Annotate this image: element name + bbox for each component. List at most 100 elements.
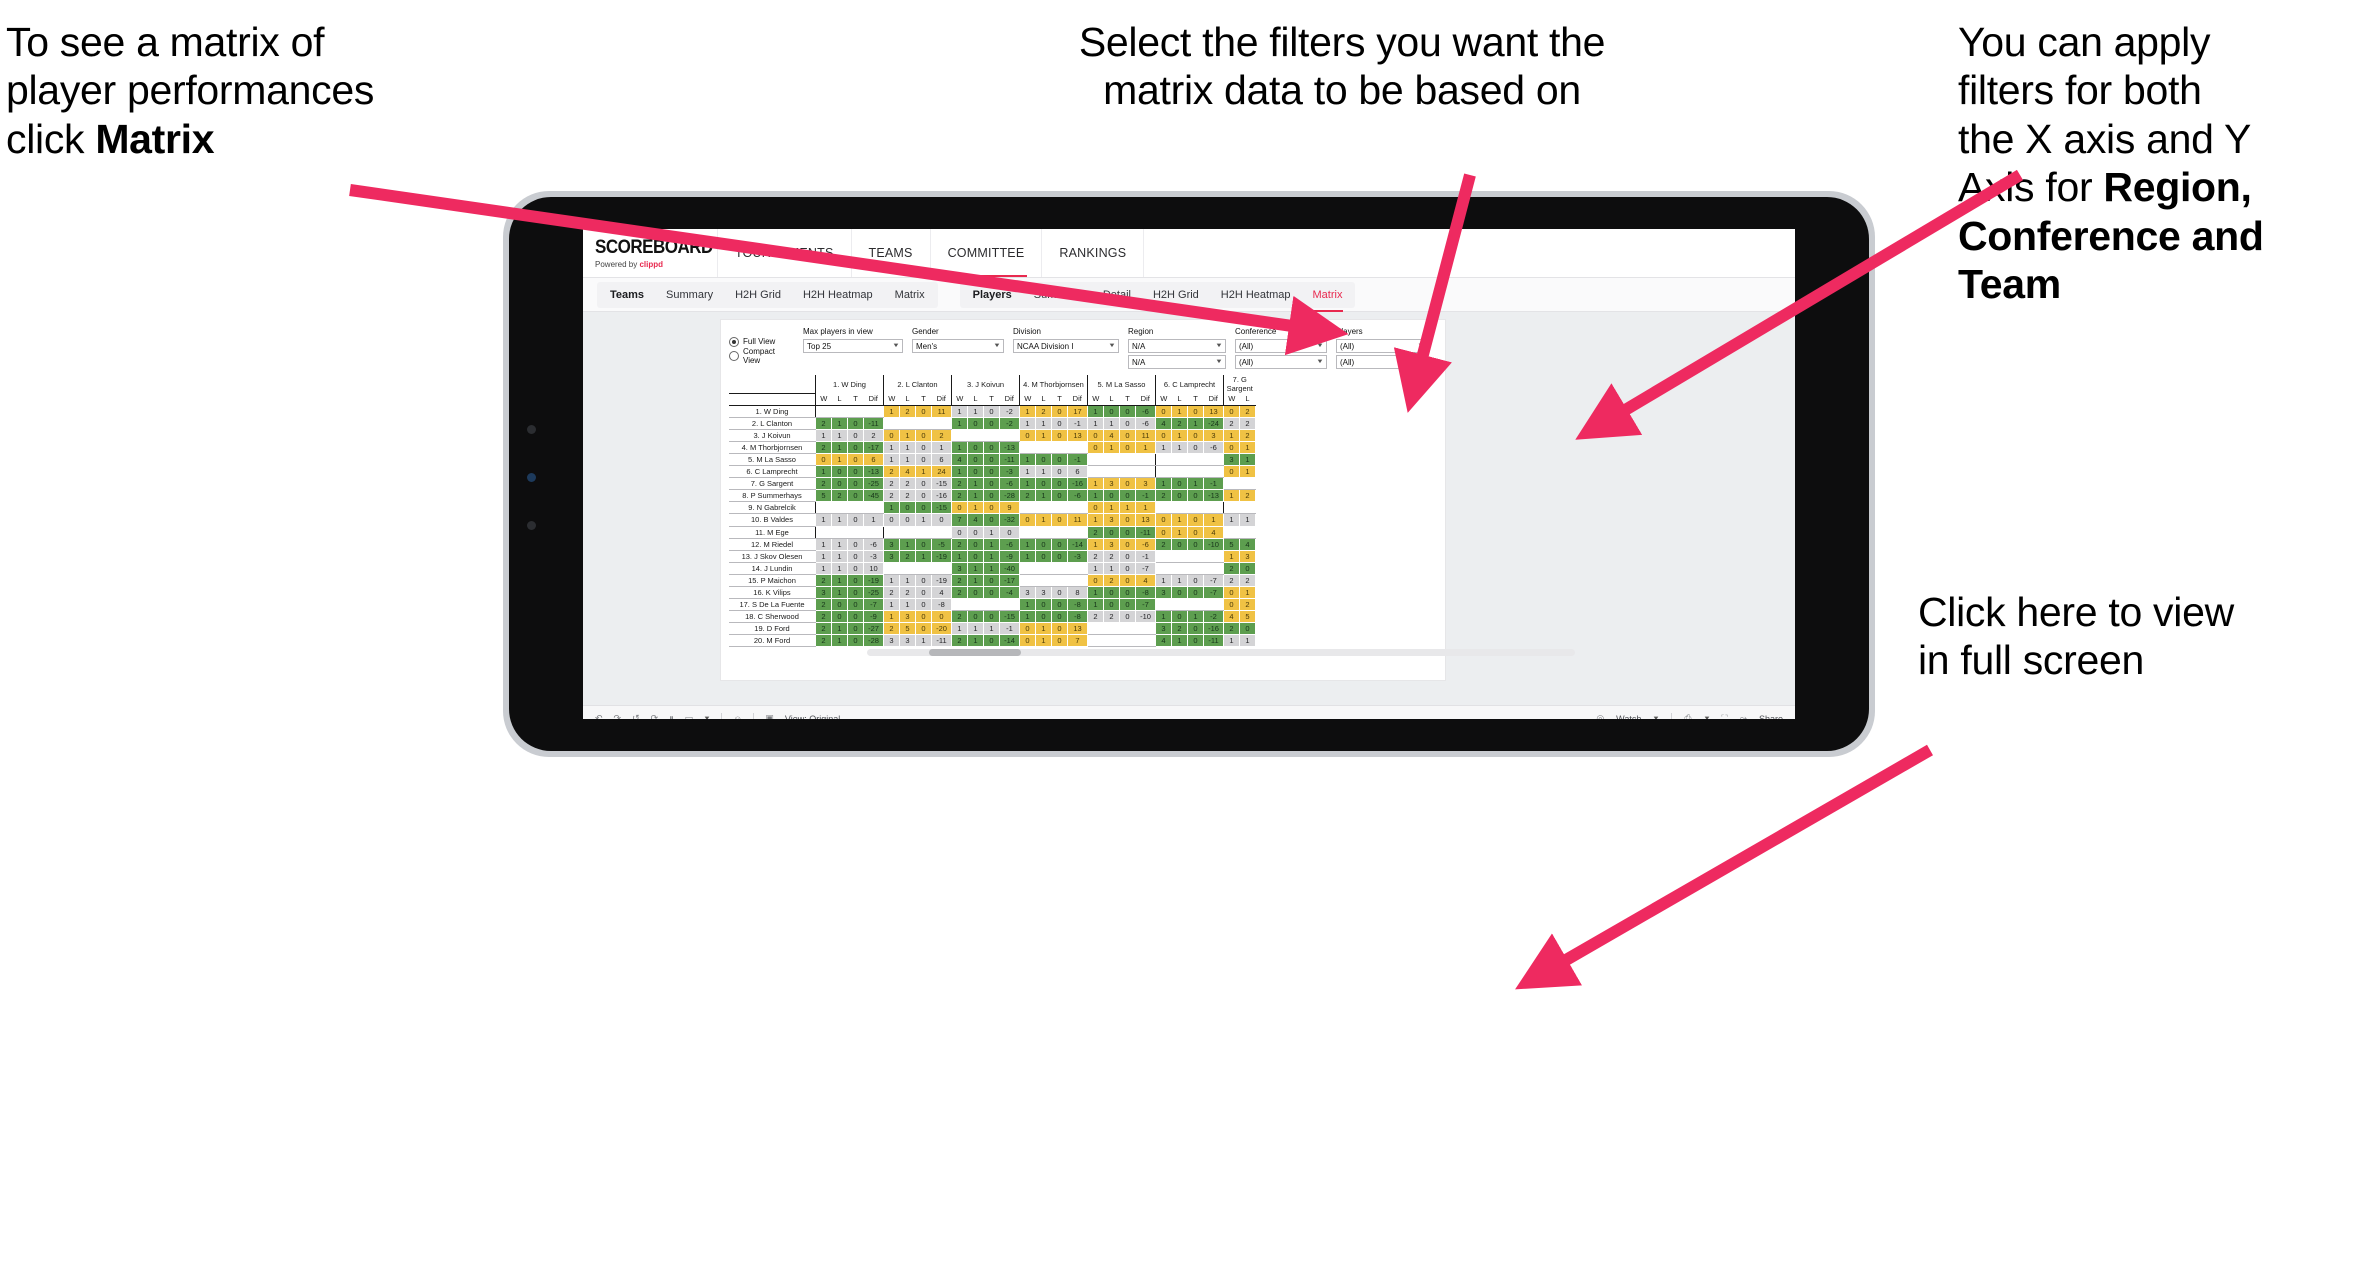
- matrix-cell[interactable]: 0: [1035, 452, 1052, 467]
- players-x-select[interactable]: (All) ▼: [1336, 339, 1428, 353]
- matrix-cell[interactable]: 13: [1067, 428, 1088, 442]
- matrix-cell[interactable]: 1: [1239, 465, 1256, 479]
- matrix-cell[interactable]: 1: [915, 634, 932, 648]
- matrix-cell[interactable]: -7: [1135, 598, 1156, 612]
- matrix-cell[interactable]: 0: [1087, 428, 1104, 442]
- h2h-matrix-table[interactable]: 1. W Ding 2. L Clanton 3. J Koivun 4. M Tho…: [729, 375, 1256, 648]
- matrix-cell[interactable]: 0: [915, 501, 932, 515]
- matrix-cell[interactable]: 2: [1239, 416, 1256, 430]
- matrix-cell[interactable]: 1: [1019, 598, 1036, 612]
- matrix-cell[interactable]: 0: [1171, 585, 1188, 600]
- matrix-cell[interactable]: -5: [931, 537, 952, 551]
- matrix-cell[interactable]: 0: [1171, 477, 1188, 491]
- matrix-cell[interactable]: 0: [847, 561, 864, 575]
- matrix-cell[interactable]: 3: [1223, 452, 1240, 467]
- matrix-cell[interactable]: 1: [967, 477, 984, 491]
- matrix-cell[interactable]: 0: [915, 585, 932, 600]
- matrix-cell[interactable]: 0: [967, 465, 984, 479]
- matrix-cell[interactable]: 1: [1019, 477, 1036, 491]
- matrix-cell[interactable]: 2: [815, 622, 832, 636]
- matrix-cell[interactable]: 2: [899, 404, 916, 418]
- matrix-cell[interactable]: 0: [847, 465, 864, 479]
- matrix-cell[interactable]: 2: [931, 428, 952, 442]
- matrix-cell[interactable]: 1: [1135, 501, 1156, 515]
- matrix-cell[interactable]: 1: [1019, 465, 1036, 479]
- matrix-cell[interactable]: 1: [1171, 525, 1188, 539]
- matrix-cell[interactable]: 7: [1067, 634, 1088, 648]
- max-players-select[interactable]: Top 25 ▼: [803, 339, 903, 353]
- matrix-cell[interactable]: 0: [1019, 622, 1036, 636]
- matrix-cell[interactable]: 1: [1223, 428, 1240, 442]
- matrix-cell[interactable]: 0: [1239, 561, 1256, 575]
- matrix-cell[interactable]: 1: [831, 573, 848, 588]
- matrix-cell[interactable]: 1: [1135, 440, 1156, 454]
- matrix-cell[interactable]: 1: [899, 537, 916, 551]
- matrix-cell[interactable]: -17: [999, 573, 1020, 588]
- matrix-cell[interactable]: 2: [1103, 573, 1120, 588]
- matrix-cell[interactable]: 1: [1103, 561, 1120, 575]
- matrix-cell[interactable]: 0: [1171, 610, 1188, 624]
- subnav-players-h2h-grid[interactable]: H2H Grid: [1142, 282, 1210, 308]
- matrix-cell[interactable]: 0: [1051, 404, 1068, 418]
- matrix-cell[interactable]: 4: [951, 452, 968, 467]
- matrix-cell[interactable]: 3: [883, 634, 900, 648]
- matrix-cell[interactable]: 1: [831, 416, 848, 430]
- matrix-cell[interactable]: 2: [883, 585, 900, 600]
- matrix-cell[interactable]: 0: [915, 598, 932, 612]
- matrix-cell[interactable]: 2: [1171, 416, 1188, 430]
- matrix-cell[interactable]: 9: [999, 501, 1020, 515]
- matrix-cell[interactable]: 0: [1187, 428, 1204, 442]
- matrix-cell[interactable]: 0: [967, 537, 984, 551]
- matrix-cell[interactable]: 2: [1035, 404, 1052, 418]
- matrix-cell[interactable]: 0: [847, 452, 864, 467]
- matrix-cell[interactable]: 0: [983, 465, 1000, 479]
- matrix-cell[interactable]: 0: [1051, 465, 1068, 479]
- matrix-cell[interactable]: 1: [899, 573, 916, 588]
- matrix-cell[interactable]: 1: [831, 537, 848, 551]
- matrix-cell[interactable]: 1: [1087, 489, 1104, 503]
- matrix-cell[interactable]: -4: [999, 585, 1020, 600]
- matrix-cell[interactable]: 3: [1155, 622, 1172, 636]
- matrix-cell[interactable]: 7: [951, 513, 968, 527]
- matrix-cell[interactable]: 0: [915, 610, 932, 624]
- matrix-cell[interactable]: 6: [1067, 465, 1088, 479]
- matrix-cell[interactable]: 0: [1223, 598, 1240, 612]
- matrix-cell[interactable]: 2: [1223, 416, 1240, 430]
- matrix-cell[interactable]: 2: [899, 585, 916, 600]
- matrix-cell[interactable]: 1: [1187, 610, 1204, 624]
- radio-compact-view[interactable]: Compact View: [729, 347, 789, 365]
- revert-icon[interactable]: ↺: [632, 713, 640, 719]
- matrix-cell[interactable]: 1: [1155, 573, 1172, 588]
- matrix-cell[interactable]: 1: [831, 513, 848, 527]
- matrix-cell[interactable]: 0: [847, 416, 864, 430]
- conference-x-select[interactable]: (All) ▼: [1235, 339, 1327, 353]
- matrix-cell[interactable]: 0: [1051, 610, 1068, 624]
- matrix-cell[interactable]: 4: [1203, 525, 1224, 539]
- matrix-cell[interactable]: -6: [1203, 440, 1224, 454]
- matrix-cell[interactable]: 1: [1171, 440, 1188, 454]
- matrix-cell[interactable]: 0: [1051, 513, 1068, 527]
- matrix-cell[interactable]: 3: [1019, 585, 1036, 600]
- matrix-cell[interactable]: 1: [815, 513, 832, 527]
- matrix-cell[interactable]: -7: [1203, 585, 1224, 600]
- matrix-cell[interactable]: -6: [999, 477, 1020, 491]
- matrix-cell[interactable]: 3: [951, 561, 968, 575]
- matrix-cell[interactable]: -28: [999, 489, 1020, 503]
- matrix-cell[interactable]: -40: [999, 561, 1020, 575]
- matrix-cell[interactable]: 1: [983, 622, 1000, 636]
- matrix-cell[interactable]: 0: [1035, 537, 1052, 551]
- share-icon[interactable]: ⤳: [1740, 713, 1747, 719]
- matrix-cell[interactable]: 2: [1087, 549, 1104, 563]
- matrix-cell[interactable]: 1: [883, 452, 900, 467]
- matrix-cell[interactable]: 2: [1019, 489, 1036, 503]
- matrix-cell[interactable]: 0: [847, 513, 864, 527]
- matrix-cell[interactable]: -3: [863, 549, 884, 563]
- matrix-cell[interactable]: -14: [999, 634, 1020, 648]
- matrix-cell[interactable]: 0: [931, 513, 952, 527]
- matrix-cell[interactable]: 0: [983, 477, 1000, 491]
- matrix-cell[interactable]: -25: [863, 477, 884, 491]
- matrix-cell[interactable]: 1: [883, 610, 900, 624]
- matrix-cell[interactable]: 0: [967, 452, 984, 467]
- matrix-cell[interactable]: 0: [1223, 440, 1240, 454]
- matrix-cell[interactable]: 2: [1087, 525, 1104, 539]
